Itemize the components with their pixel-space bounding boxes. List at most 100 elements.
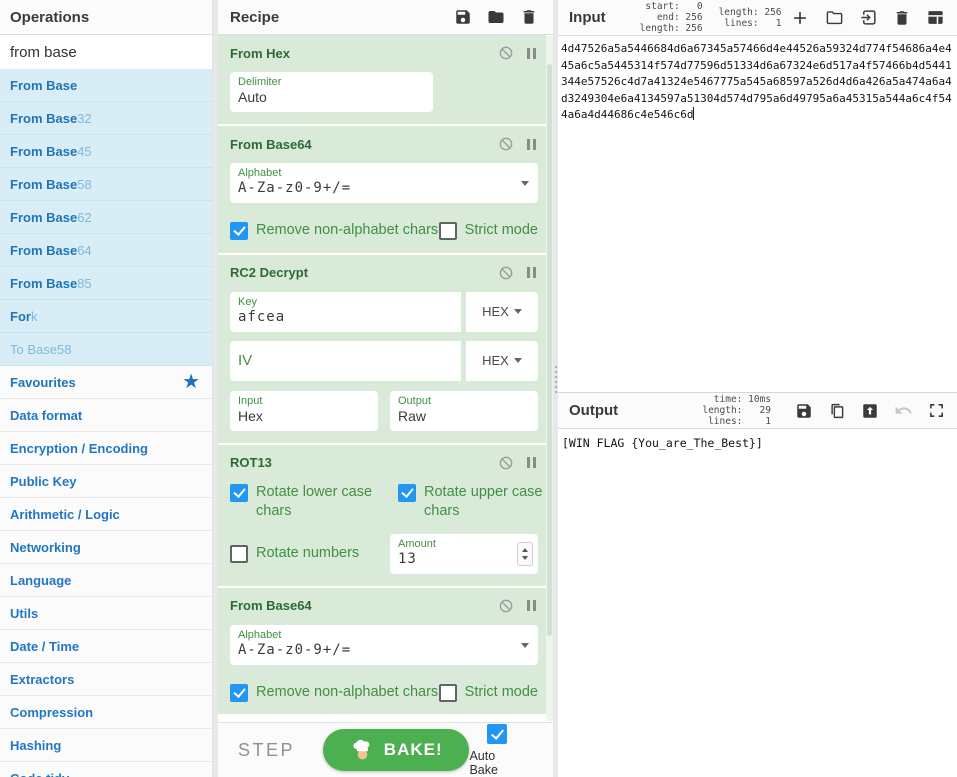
recipe-io-divider[interactable] [553,0,558,777]
key-field[interactable]: Key afcea [230,292,461,332]
maximize-icon[interactable] [928,402,945,419]
rotate-numbers-checkbox[interactable]: Rotate numbers [230,544,359,564]
folder-icon[interactable] [487,8,505,26]
sidebar-item-data-format[interactable]: Data format [0,399,212,432]
operation-item-from-base32[interactable]: From Base32 [0,102,212,135]
operation-item-from-base58[interactable]: From Base58 [0,168,212,201]
step-button[interactable]: STEP [238,740,295,761]
copy-icon[interactable] [828,402,846,420]
breakpoint-icon[interactable] [527,48,536,59]
arg-value: A-Za-z0-9+/= [238,642,530,658]
trash-icon[interactable] [520,8,538,26]
output-format-select[interactable]: Output Raw [390,391,538,431]
output-stats: time: 10ms length: 29 lines: 1 [702,394,771,427]
operation-item-from-base62[interactable]: From Base62 [0,201,212,234]
arg-value: A-Za-z0-9+/= [238,180,530,196]
operation-search-input[interactable] [0,35,212,69]
strict-mode-checkbox[interactable]: Strict mode [439,683,538,703]
strict-mode-checkbox[interactable]: Strict mode [439,221,538,241]
sidebar-item-extractors[interactable]: Extractors [0,663,212,696]
op-title: From Hex [230,46,498,61]
operation-item-fork[interactable]: Fork [0,300,212,333]
recipe-op-rot13[interactable]: ROT13 Rotate lower case chars [218,445,546,586]
checkbox[interactable] [230,545,248,563]
rotate-upper-checkbox[interactable]: Rotate upper case chars [398,483,553,522]
sidebar-item-favourites[interactable]: Favourites ★ [0,366,212,399]
trash-icon[interactable] [893,9,911,27]
checkbox[interactable] [439,684,457,702]
arg-label: Alphabet [238,167,530,179]
operation-search [0,35,212,69]
open-file-icon[interactable] [859,8,878,27]
recipe-op-rc2-decrypt[interactable]: RC2 Decrypt Key afcea HEX [218,255,546,443]
auto-bake-checkbox[interactable] [487,724,507,744]
iv-field[interactable]: IV [230,341,461,381]
recipe-scrollbar-thumb[interactable] [547,64,552,636]
operation-item-to-base58[interactable]: To Base58 [0,333,212,366]
splitter-grip-icon[interactable] [555,366,557,393]
chevron-down-icon[interactable] [521,181,529,186]
breakpoint-icon[interactable] [527,139,536,150]
sidebar-item-public-key[interactable]: Public Key [0,465,212,498]
sidebar-item-networking[interactable]: Networking [0,531,212,564]
remove-non-alphabet-checkbox[interactable]: Remove non-alphabet chars [230,221,438,241]
sidebar-item-date-time[interactable]: Date / Time [0,630,212,663]
operation-item-from-base85[interactable]: From Base85 [0,267,212,300]
checkbox[interactable] [439,222,457,240]
disable-icon[interactable] [498,265,514,281]
plus-icon[interactable] [790,8,810,28]
sidebar-item-language[interactable]: Language [0,564,212,597]
output-header: Output time: 10ms length: 29 lines: 1 [558,393,957,429]
chevron-down-icon[interactable] [521,643,529,648]
sidebar-item-compression[interactable]: Compression [0,696,212,729]
number-stepper[interactable] [517,542,533,566]
amount-field[interactable]: Amount 13 [390,534,538,574]
chef-icon [350,738,375,763]
save-icon[interactable] [795,402,813,420]
key-mode-select[interactable]: HEX [466,292,538,332]
sidebar-item-hashing[interactable]: Hashing [0,729,212,762]
op-title: From Base64 [230,598,498,613]
operation-item-from-base45[interactable]: From Base45 [0,135,212,168]
text-cursor [693,107,694,120]
operation-item-from-base[interactable]: From Base [0,69,212,102]
recipe-op-from-base64[interactable]: From Base64 Alphabet A-Za-z0-9+/= [218,126,546,253]
checkbox[interactable] [398,484,416,502]
breakpoint-icon[interactable] [527,267,536,278]
layout-icon[interactable] [926,8,945,27]
disable-icon[interactable] [498,136,514,152]
open-in-tab-icon[interactable] [861,402,879,420]
op-title: From Base64 [230,137,498,152]
checkbox[interactable] [230,222,248,240]
save-icon[interactable] [454,8,472,26]
recipe-op-from-base64-2[interactable]: From Base64 Alphabet A-Za-z0-9+/= [218,588,546,715]
breakpoint-icon[interactable] [527,457,536,468]
sidebar-item-arithmetic-logic[interactable]: Arithmetic / Logic [0,498,212,531]
sidebar-item-encryption-encoding[interactable]: Encryption / Encoding [0,432,212,465]
iv-mode-select[interactable]: HEX [466,341,538,381]
remove-non-alphabet-checkbox[interactable]: Remove non-alphabet chars [230,683,438,703]
open-folder-icon[interactable] [825,8,844,27]
operations-sidebar: Operations From Base From Base32 From Ba… [0,0,213,777]
input-textarea[interactable]: 4d47526a5a5446684d6a67345a57466d4e44526a… [558,36,952,124]
recipe-op-from-hex[interactable]: From Hex Delimiter Auto [218,35,546,124]
alphabet-field[interactable]: Alphabet A-Za-z0-9+/= [230,625,538,665]
disable-icon[interactable] [498,45,514,61]
input-title: Input [569,9,606,26]
sidebar-item-utils[interactable]: Utils [0,597,212,630]
alphabet-field[interactable]: Alphabet A-Za-z0-9+/= [230,163,538,203]
operation-item-from-base64[interactable]: From Base64 [0,234,212,267]
disable-icon[interactable] [498,455,514,471]
bake-button[interactable]: BAKE! [323,729,469,771]
rotate-lower-checkbox[interactable]: Rotate lower case chars [230,483,398,522]
star-icon[interactable]: ★ [182,372,200,392]
checkbox[interactable] [230,684,248,702]
sidebar-item-code-tidy[interactable]: Code tidy [0,762,212,777]
breakpoint-icon[interactable] [527,600,536,611]
input-format-select[interactable]: Input Hex [230,391,378,431]
disable-icon[interactable] [498,598,514,614]
auto-bake-label: Auto Bake [469,749,525,777]
checkbox[interactable] [230,484,248,502]
undo-icon[interactable] [894,401,913,420]
delimiter-field[interactable]: Delimiter Auto [230,72,433,112]
